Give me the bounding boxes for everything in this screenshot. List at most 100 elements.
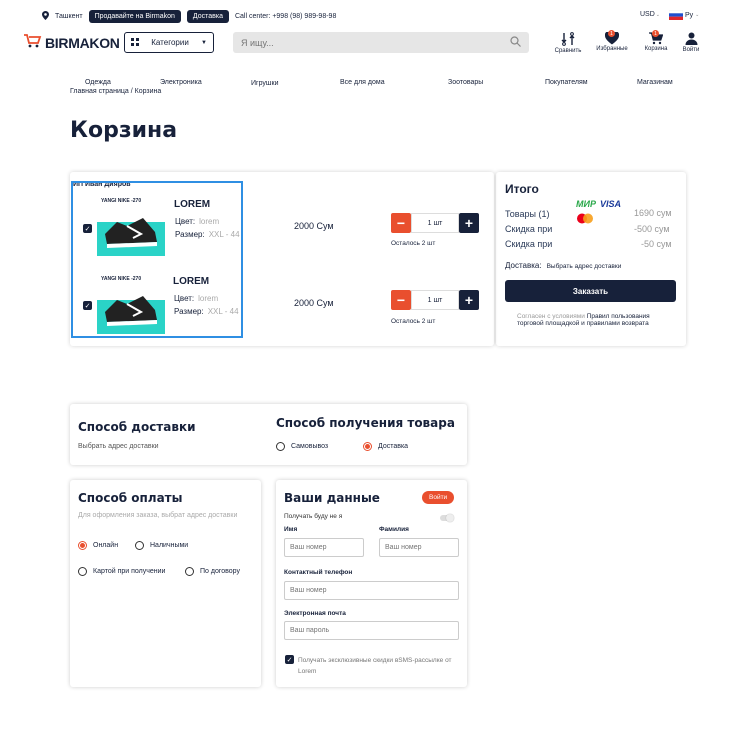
- last-name-input[interactable]: [385, 544, 453, 551]
- currency-value: USD: [640, 11, 655, 18]
- product-name[interactable]: LOREM: [173, 276, 209, 287]
- compare-label: Сравнить: [554, 48, 582, 54]
- summary-delivery-value[interactable]: Выбрать адрес доставки: [547, 263, 622, 270]
- favorites-button[interactable]: 1 Избранные: [593, 30, 631, 56]
- radio-online[interactable]: Онлайн: [78, 541, 118, 550]
- radio-button[interactable]: [78, 567, 87, 576]
- radio-delivery[interactable]: Доставка: [363, 442, 408, 451]
- cart-badge: 1: [652, 30, 659, 37]
- product-size: Размер: XXL - 44: [175, 230, 241, 239]
- summary-discount-value: -50 сум: [641, 239, 672, 249]
- increase-button[interactable]: +: [459, 290, 479, 310]
- item-checkbox[interactable]: ✓: [83, 224, 92, 233]
- nav-item-buyers[interactable]: Покупателям: [545, 79, 588, 86]
- phone-input[interactable]: [290, 587, 453, 594]
- grid-icon: [131, 37, 139, 48]
- breadcrumb: Главная страница / Корзина: [70, 88, 161, 95]
- nav-item-pets[interactable]: Зоотовары: [448, 79, 483, 86]
- product-color: Цвет: lorem: [174, 294, 218, 303]
- visa-logo: VISA: [599, 199, 621, 209]
- email-field[interactable]: [284, 621, 459, 640]
- radio-button-selected[interactable]: [363, 442, 372, 451]
- compare-button[interactable]: Сравнить: [549, 32, 587, 56]
- delivery-button[interactable]: Доставка: [186, 9, 229, 23]
- nav-item-toys[interactable]: Игрушки: [251, 80, 279, 87]
- product-color: Цвет: lorem: [175, 217, 219, 226]
- logo[interactable]: BIRMAKON: [24, 34, 120, 51]
- summary-delivery-label: Доставка:: [505, 261, 542, 270]
- summary-goods-label: Товары (1): [505, 209, 550, 219]
- size-value: XXL - 44: [208, 230, 240, 239]
- breadcrumb-home[interactable]: Главная страница: [70, 88, 129, 95]
- city-label[interactable]: Ташкент: [55, 13, 83, 20]
- radio-button-selected[interactable]: [78, 541, 87, 550]
- product-size: Размер: XXL - 44: [174, 307, 241, 316]
- item-checkbox[interactable]: ✓: [83, 301, 92, 310]
- payment-title: Способ оплаты: [78, 491, 183, 505]
- sell-on-birmakon-button[interactable]: Продавайте на Birmakon: [88, 9, 181, 23]
- russian-flag-icon: [668, 9, 684, 20]
- nav-item-home[interactable]: Все для дома: [340, 79, 385, 86]
- cart-logo-icon: [24, 34, 42, 51]
- size-value: XXL - 44: [207, 307, 239, 316]
- search-bar[interactable]: [233, 32, 529, 53]
- compare-icon: [561, 32, 575, 48]
- radio-label: Доставка: [378, 443, 409, 450]
- login-button[interactable]: Войти: [422, 491, 455, 504]
- decrease-button[interactable]: −: [391, 213, 411, 233]
- summary-discount-label: Скидка при: [505, 239, 553, 249]
- delivery-method-subtitle[interactable]: Выбрать адрес доставки: [78, 443, 159, 450]
- color-label: Цвет:: [174, 294, 195, 303]
- decrease-button[interactable]: −: [391, 290, 411, 310]
- summary-goods-value: 1690 сум: [634, 208, 672, 218]
- order-button[interactable]: Заказать: [505, 280, 676, 302]
- search-input[interactable]: [241, 37, 501, 48]
- radio-by-contract[interactable]: По договору: [185, 567, 240, 576]
- receive-other-toggle[interactable]: [440, 514, 454, 522]
- radio-pickup[interactable]: Самовывоз: [276, 442, 328, 451]
- summary-discount-label: Скидка при: [505, 224, 553, 234]
- categories-button[interactable]: Категории ▼: [124, 32, 214, 53]
- increase-button[interactable]: +: [459, 213, 479, 233]
- favorites-label: Избранные: [596, 46, 628, 52]
- quantity-value[interactable]: 1 шт: [411, 290, 459, 310]
- first-name-input[interactable]: [290, 544, 358, 551]
- radio-button[interactable]: [276, 442, 285, 451]
- login-button[interactable]: Войти: [672, 32, 710, 56]
- color-value: lorem: [198, 294, 219, 303]
- sneaker-image: [97, 218, 165, 256]
- product-name[interactable]: LOREM: [174, 199, 210, 210]
- chevron-down-icon: ⌄: [655, 11, 660, 18]
- quantity-stepper: − 1 шт +: [391, 213, 479, 233]
- last-name-label: Фамилия: [379, 526, 409, 533]
- quantity-value[interactable]: 1 шт: [411, 213, 459, 233]
- radio-button[interactable]: [135, 541, 144, 550]
- product-image[interactable]: YANGI NIKE -270: [97, 198, 165, 258]
- nav-item-shops[interactable]: Магазинам: [637, 79, 673, 86]
- first-name-field[interactable]: [284, 538, 364, 557]
- page-title: Корзина: [70, 118, 178, 143]
- your-data-title: Ваши данные: [284, 491, 380, 505]
- summary-title: Итого: [505, 182, 539, 196]
- radio-button[interactable]: [185, 567, 194, 576]
- heart-icon: 1: [601, 30, 623, 46]
- cart-label: Корзина: [644, 46, 668, 52]
- language-select[interactable]: Ру ⌄: [668, 9, 700, 20]
- chevron-down-icon: ⌄: [695, 12, 700, 18]
- nav-item-clothes[interactable]: Одежда: [85, 79, 111, 86]
- last-name-field[interactable]: [379, 538, 459, 557]
- phone-field[interactable]: [284, 581, 459, 600]
- cart-icon: 1: [645, 30, 667, 46]
- newsletter-checkbox[interactable]: ✓: [285, 655, 294, 664]
- currency-select[interactable]: USD ⌄: [640, 11, 660, 18]
- product-image[interactable]: YANGI NIKE -270: [97, 276, 165, 336]
- size-label: Размер:: [174, 307, 204, 316]
- search-icon[interactable]: [510, 36, 521, 49]
- cart-button[interactable]: 1 Корзина: [637, 30, 675, 56]
- size-label: Размер:: [175, 230, 205, 239]
- email-input[interactable]: [290, 627, 453, 634]
- radio-card-on-receipt[interactable]: Картой при получении: [78, 567, 165, 576]
- nav-item-electronics[interactable]: Электроника: [160, 79, 202, 86]
- user-icon: [685, 32, 698, 47]
- radio-cash[interactable]: Наличными: [135, 541, 188, 550]
